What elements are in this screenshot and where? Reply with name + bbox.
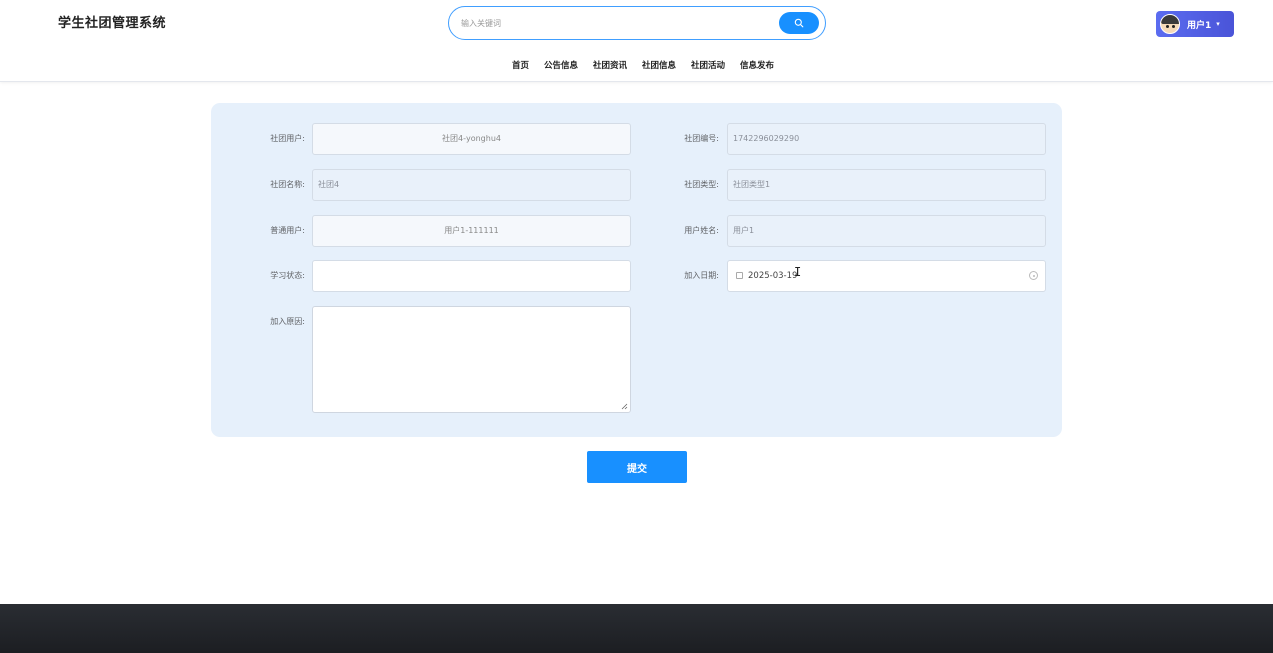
join-date-label: 加入日期: (684, 271, 719, 280)
nav-item-announcements[interactable]: 公告信息 (544, 57, 578, 75)
search-input[interactable] (461, 15, 761, 31)
club-user-label: 社团用户: (270, 134, 305, 143)
join-reason-label: 加入原因: (270, 317, 305, 326)
join-date-picker[interactable]: 2025-03-19 (727, 260, 1046, 292)
search-box (448, 6, 826, 40)
club-name-field[interactable]: 社团4 (312, 169, 631, 201)
clear-icon[interactable] (1029, 271, 1038, 280)
submit-button[interactable]: 提交 (587, 451, 687, 483)
user-label: 用户1 (1187, 20, 1212, 31)
calendar-icon (736, 272, 743, 279)
user-name-field[interactable]: 用户1 (727, 215, 1046, 247)
user-name-label: 用户姓名: (684, 226, 719, 235)
user-menu-button[interactable]: 用户1 ▾ (1156, 11, 1234, 37)
join-reason-textarea[interactable] (312, 306, 631, 413)
club-user-field[interactable]: 社团4-yonghu4 (312, 123, 631, 155)
nav-item-club-info[interactable]: 社团信息 (642, 57, 676, 75)
text-cursor-icon: I (794, 265, 802, 279)
application-form: 社团用户: 社团4-yonghu4 社团编号: 1742296029290 社团… (211, 103, 1062, 437)
study-status-label: 学习状态: (270, 271, 305, 280)
site-title: 学生社团管理系统 (58, 16, 167, 31)
search-icon (794, 18, 804, 28)
club-no-field[interactable]: 1742296029290 (727, 123, 1046, 155)
page-footer (0, 604, 1273, 653)
club-no-label: 社团编号: (684, 134, 719, 143)
join-date-value: 2025-03-19 (748, 271, 798, 281)
nav-item-publish[interactable]: 信息发布 (740, 57, 774, 75)
resize-handle-icon[interactable] (621, 403, 628, 410)
nav-item-home[interactable]: 首页 (512, 57, 529, 75)
nav-item-club-activities[interactable]: 社团活动 (691, 57, 725, 75)
club-type-field[interactable]: 社团类型1 (727, 169, 1046, 201)
search-button[interactable] (779, 12, 819, 34)
club-type-label: 社团类型: (684, 180, 719, 189)
nav-item-club-news[interactable]: 社团资讯 (593, 57, 627, 75)
study-status-field[interactable] (312, 260, 631, 292)
club-name-label: 社团名称: (270, 180, 305, 189)
top-header: 学生社团管理系统 用户1 ▾ 首页 公告信息 社团资讯 社团信息 社团活动 信息… (0, 0, 1273, 82)
normal-user-label: 普通用户: (270, 226, 305, 235)
normal-user-field[interactable]: 用户1-111111 (312, 215, 631, 247)
main-nav: 首页 公告信息 社团资讯 社团信息 社团活动 信息发布 (0, 57, 1273, 75)
chevron-down-icon: ▾ (1216, 20, 1220, 28)
avatar (1160, 14, 1180, 34)
